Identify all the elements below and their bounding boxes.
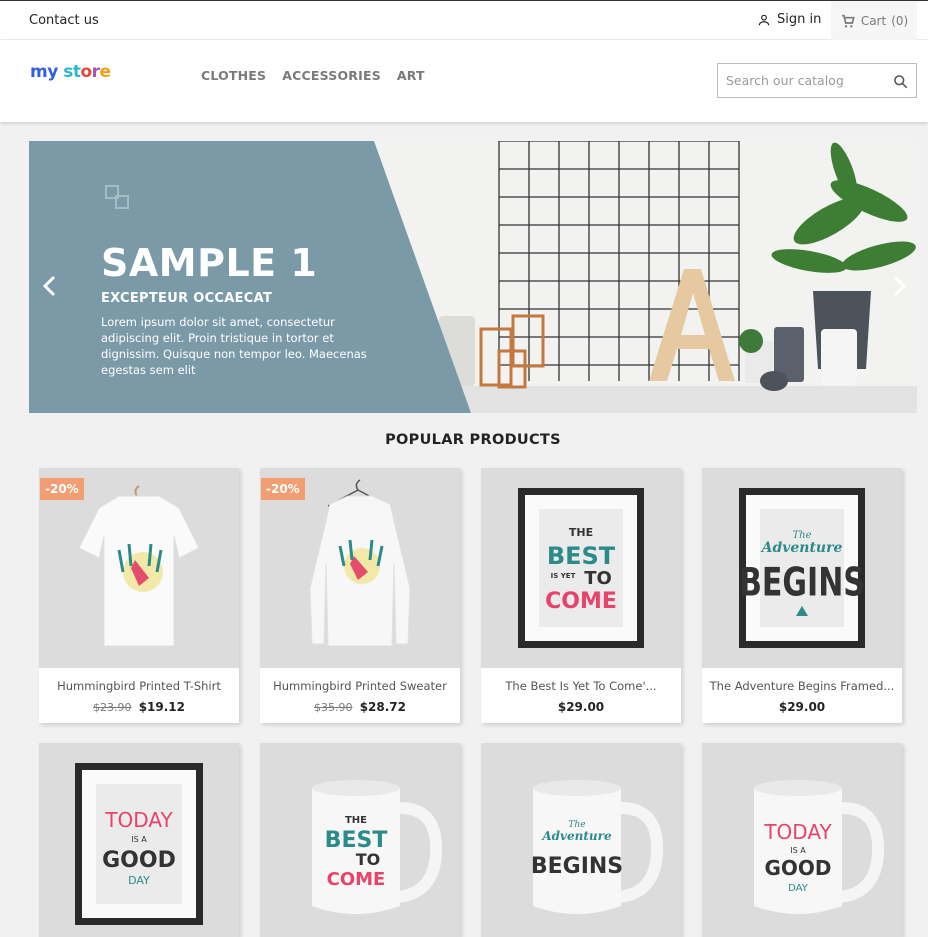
product-image[interactable]: TODAY IS A GOOD DAY	[702, 743, 902, 937]
user-icon	[758, 14, 770, 25]
mug-image: TODAY IS A GOOD DAY	[754, 780, 885, 914]
product-card[interactable]: THE BEST TO COME	[260, 743, 460, 937]
product-image[interactable]: TODAY IS A GOOD DAY	[39, 743, 239, 937]
framed-poster-image: TODAY IS A GOOD DAY	[75, 763, 203, 925]
product-price: $29.00	[481, 700, 681, 714]
cart-label: Cart	[860, 13, 887, 28]
art-text: COME	[545, 589, 617, 614]
product-card[interactable]: -20% Hummingbird Printed Sweater $35.90 …	[260, 468, 460, 723]
cart-icon	[841, 14, 855, 28]
popular-products-title: POPULAR PRODUCTS	[385, 432, 561, 448]
discount-badge: -20%	[40, 478, 84, 500]
framed-poster-image: THE BEST IS YET TO COME	[518, 488, 644, 648]
product-card[interactable]: TODAY IS A GOOD DAY	[39, 743, 239, 937]
art-text: BEST	[547, 542, 616, 570]
cart-button[interactable]: Cart (0)	[831, 1, 917, 40]
main-nav: CLOTHES ACCESSORIES ART	[201, 68, 425, 83]
search-icon[interactable]	[893, 74, 908, 89]
product-image[interactable]: -20%	[39, 468, 239, 668]
art-text: GOOD	[102, 848, 176, 873]
nav-item-accessories[interactable]: ACCESSORIES	[282, 68, 381, 83]
discount-badge: -20%	[261, 478, 305, 500]
top-bar: Contact us Sign in Cart (0)	[0, 0, 928, 40]
art-text: BEGINS	[739, 561, 865, 606]
slider-next-arrow[interactable]	[891, 275, 907, 297]
art-text: IS A	[790, 846, 806, 855]
product-price: $23.90 $19.12	[39, 700, 239, 714]
product-card[interactable]: -20% Hummingbird Printed T-Shirt $23.90 …	[39, 468, 239, 723]
nav-item-art[interactable]: ART	[397, 68, 425, 83]
product-price: $35.90 $28.72	[260, 700, 460, 714]
art-text: GOOD	[764, 856, 831, 880]
hero-slider: SAMPLE 1 EXCEPTEUR OCCAECAT Lorem ipsum …	[29, 141, 917, 413]
art-text: TODAY	[763, 820, 832, 844]
art-text: TO	[356, 850, 381, 869]
framed-poster-image: The Adventure BEGINS	[739, 488, 865, 648]
current-price: $19.12	[138, 700, 185, 714]
art-text: THE	[345, 815, 367, 826]
art-text: Adventure	[541, 829, 612, 843]
product-name[interactable]: Hummingbird Printed T-Shirt	[39, 679, 239, 693]
art-text: DAY	[788, 883, 809, 894]
slide-title: SAMPLE 1	[101, 241, 318, 285]
product-card[interactable]: The Adventure BEGINS The Adventure Begin…	[702, 468, 902, 723]
product-name[interactable]: The Adventure Begins Framed...	[702, 679, 902, 693]
product-card[interactable]: TODAY IS A GOOD DAY	[702, 743, 902, 937]
art-text: IS YET	[551, 572, 576, 580]
product-image[interactable]: THE BEST TO COME	[260, 743, 460, 937]
product-image[interactable]: The Adventure BEGINS	[481, 743, 681, 937]
product-card[interactable]: The Adventure BEGINS	[481, 743, 681, 937]
slide-description: Lorem ipsum dolor sit amet, consectetur …	[101, 315, 367, 377]
store-logo[interactable]: my store	[30, 62, 111, 82]
product-name[interactable]: Hummingbird Printed Sweater	[260, 679, 460, 693]
art-text: COME	[327, 869, 386, 890]
mug-image: The Adventure BEGINS	[531, 780, 664, 914]
sign-in-label: Sign in	[777, 12, 822, 27]
current-price: $29.00	[557, 700, 605, 714]
current-price: $29.00	[778, 700, 826, 714]
site-header: my store CLOTHES ACCESSORIES ART	[0, 40, 928, 122]
product-image[interactable]: -20%	[260, 468, 460, 668]
product-name[interactable]: The Best Is Yet To Come'...	[481, 679, 681, 693]
product-image[interactable]: The Adventure BEGINS	[702, 468, 902, 668]
art-text: TODAY	[104, 808, 173, 832]
sign-in-link[interactable]: Sign in	[757, 12, 821, 27]
nav-item-clothes[interactable]: CLOTHES	[201, 68, 266, 83]
art-text: THE	[569, 526, 593, 539]
art-text: BEGINS	[531, 854, 623, 879]
art-text: Adventure	[760, 540, 843, 556]
art-text: TO	[584, 568, 612, 589]
product-price: $29.00	[702, 700, 902, 714]
product-image[interactable]: THE BEST IS YET TO COME	[481, 468, 681, 668]
search-box	[717, 63, 917, 98]
slider-prev-arrow[interactable]	[42, 275, 58, 297]
old-price: $23.90	[93, 701, 132, 714]
art-text: IS A	[131, 835, 147, 844]
mug-image: THE BEST TO COME	[312, 780, 443, 914]
old-price: $35.90	[314, 701, 353, 714]
cart-count: (0)	[891, 13, 909, 28]
search-input[interactable]	[726, 65, 886, 96]
contact-us-link[interactable]: Contact us	[29, 13, 99, 28]
product-card[interactable]: THE BEST IS YET TO COME The Best Is Yet …	[481, 468, 681, 723]
current-price: $28.72	[359, 700, 406, 714]
art-text: DAY	[128, 874, 150, 887]
slide-subtitle: EXCEPTEUR OCCAECAT	[101, 291, 273, 306]
